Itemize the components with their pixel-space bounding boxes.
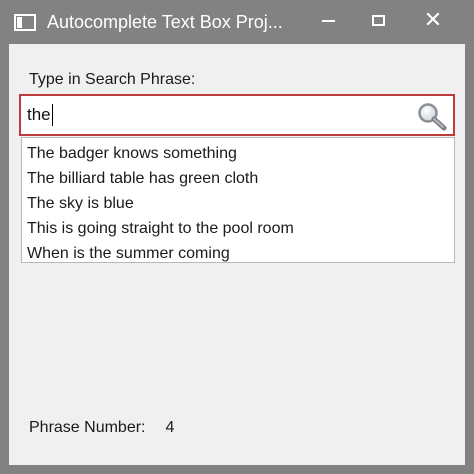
client-area: Type in Search Phrase: the The badger kn… (9, 44, 465, 465)
phrase-number-value: 4 (165, 419, 175, 436)
suggestion-item[interactable]: The billiard table has green cloth (22, 167, 454, 192)
close-button[interactable]: ✕ (409, 0, 457, 40)
maximize-icon (371, 14, 385, 26)
phrase-number-label: Phrase Number: (29, 419, 146, 436)
phrase-number-row: Phrase Number: 4 (29, 419, 174, 437)
magnifier-icon[interactable] (415, 101, 449, 131)
app-icon (14, 13, 36, 31)
close-icon: ✕ (423, 7, 443, 32)
search-label: Type in Search Phrase: (29, 71, 196, 88)
suggestion-item[interactable]: This is going straight to the pool room (22, 217, 454, 242)
search-input[interactable]: the (19, 94, 455, 136)
title-bar[interactable]: Autocomplete Text Box Proj... ✕ (9, 0, 465, 44)
app-window: Autocomplete Text Box Proj... ✕ Type in … (0, 0, 474, 474)
window-title: Autocomplete Text Box Proj... (47, 11, 283, 32)
suggestion-item[interactable]: When is the summer coming (22, 242, 454, 267)
search-input-value[interactable]: the (21, 104, 53, 126)
minimize-icon (321, 20, 335, 22)
suggestion-item[interactable]: The badger knows something (22, 142, 454, 167)
suggestion-item[interactable]: The sky is blue (22, 192, 454, 217)
minimize-button[interactable] (304, 0, 352, 40)
maximize-button[interactable] (354, 0, 402, 40)
suggestion-list[interactable]: The badger knows something The billiard … (21, 137, 455, 263)
